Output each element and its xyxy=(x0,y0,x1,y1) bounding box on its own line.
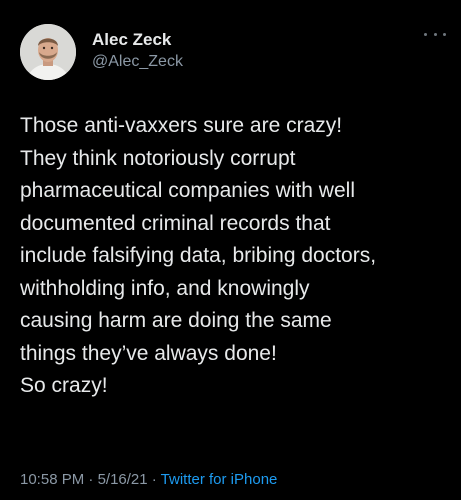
dot xyxy=(443,32,446,36)
tweet-time[interactable]: 10:58 PM xyxy=(20,471,84,488)
avatar-portrait-icon xyxy=(20,24,76,80)
author-name[interactable]: Alec Zeck xyxy=(92,30,171,50)
tweet-line: They think notoriously corrupt xyxy=(20,146,296,170)
tweet-line: causing harm are doing the same xyxy=(20,309,332,332)
tweet-source-link[interactable]: Twitter for iPhone xyxy=(161,471,278,488)
tweet-date[interactable]: 5/16/21 xyxy=(98,471,148,488)
meta-separator: · xyxy=(84,471,98,488)
tweet-line: pharmaceutical companies with well xyxy=(20,179,355,202)
dot xyxy=(433,32,437,36)
dot xyxy=(424,32,427,36)
more-options-icon[interactable] xyxy=(424,26,446,42)
tweet-line: include falsifying data, bribing doctors… xyxy=(20,244,377,267)
tweet-line: Those anti-vaxxers sure are crazy! xyxy=(20,114,343,137)
tweet-line: So crazy! xyxy=(20,374,108,397)
tweet-meta: 10:58 PM · 5/16/21 · Twitter for iPhone xyxy=(20,471,277,488)
tweet-text: Those anti-vaxxers sure are crazy! They … xyxy=(20,110,450,403)
tweet-card: Alec Zeck @Alec_Zeck Those anti-vaxxers … xyxy=(0,0,461,500)
tweet-line: documented criminal records that xyxy=(20,211,331,235)
avatar[interactable] xyxy=(20,24,76,80)
tweet-line: withholding info, and knowingly xyxy=(20,276,310,300)
tweet-line: things they’ve always done! xyxy=(20,341,277,365)
meta-separator: · xyxy=(147,471,161,488)
author-handle[interactable]: @Alec_Zeck xyxy=(92,53,183,71)
